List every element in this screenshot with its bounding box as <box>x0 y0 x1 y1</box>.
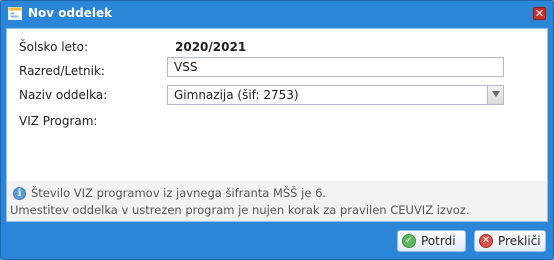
info-text-export-note: Umestitev oddelka v ustrezen program je … <box>10 203 470 217</box>
program-label: VIZ Program: <box>19 114 98 128</box>
window-form-icon <box>8 7 22 20</box>
school-year-value: 2020/2021 <box>175 40 247 54</box>
school-year-label: Šolsko leto: <box>19 40 89 54</box>
cancel-icon: ✕ <box>479 234 493 248</box>
dialog-title: Nov oddelek <box>28 6 113 20</box>
confirm-button[interactable]: ✓ Potrdi <box>397 230 466 252</box>
chevron-down-icon[interactable] <box>487 85 504 105</box>
info-icon: i <box>13 187 26 200</box>
class-name-label: Naziv oddelka: <box>19 88 108 102</box>
cancel-button-label: Prekliči <box>498 234 541 248</box>
program-select[interactable]: Gimnazija (šif: 2753) <box>167 85 504 105</box>
confirm-button-label: Potrdi <box>421 234 456 248</box>
program-select-value: Gimnazija (šif: 2753) <box>174 88 299 102</box>
class-name-input[interactable] <box>167 57 504 77</box>
dialog-footer: ✓ Potrdi ✕ Prekliči <box>6 223 548 259</box>
check-icon: ✓ <box>402 234 416 248</box>
dialog-body: Šolsko leto: 2020/2021 Razred/Letnik: 4.… <box>6 28 548 222</box>
info-text-programs-count: Število VIZ programov iz javnega šifrant… <box>31 186 327 200</box>
dialog-titlebar[interactable]: Nov oddelek ✕ <box>1 1 553 27</box>
cancel-button[interactable]: ✕ Prekliči <box>474 230 546 252</box>
dialog-window: Nov oddelek ✕ Šolsko leto: 2020/2021 Raz… <box>0 0 554 260</box>
grade-label: Razred/Letnik: <box>19 64 105 78</box>
info-panel: i Število VIZ programov iz javnega šifra… <box>7 181 547 221</box>
close-icon[interactable]: ✕ <box>533 7 546 20</box>
